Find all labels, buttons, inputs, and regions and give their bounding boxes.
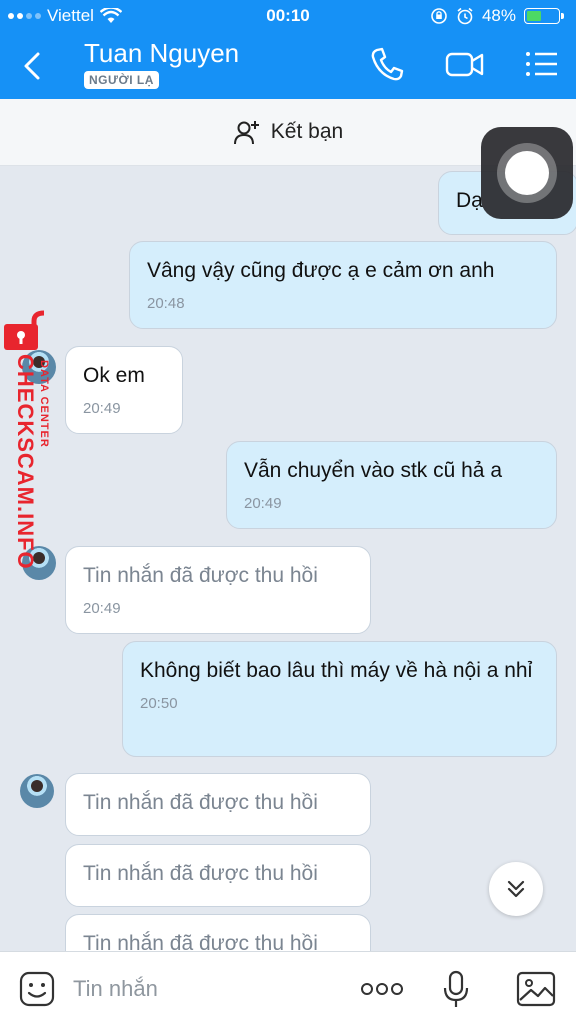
watermark-sub-text: DATA CENTER xyxy=(38,360,50,448)
add-friend-icon xyxy=(233,121,259,145)
back-icon[interactable] xyxy=(18,48,48,84)
battery-icon xyxy=(524,8,564,24)
message-text: Tin nhắn đã được thu hồi xyxy=(83,791,318,814)
message-time: 20:49 xyxy=(244,495,282,512)
menu-icon[interactable] xyxy=(524,46,560,82)
message-bubble-outgoing[interactable]: Không biết bao lâu thì máy về hà nội a n… xyxy=(122,641,557,757)
video-call-icon[interactable] xyxy=(445,46,485,82)
battery-percent: 48% xyxy=(481,6,516,25)
message-composer: Tin nhắn xyxy=(0,951,576,1024)
recalled-message-bubble[interactable]: Tin nhắn đã được thu hồi xyxy=(65,844,371,907)
image-icon[interactable] xyxy=(516,970,556,1008)
rotation-lock-icon xyxy=(431,8,447,24)
scroll-to-bottom-button[interactable] xyxy=(489,862,543,916)
message-bubble-outgoing[interactable]: Vẫn chuyển vào stk cũ hả a 20:49 xyxy=(226,441,557,529)
contact-avatar[interactable] xyxy=(20,774,54,808)
status-right: 48% xyxy=(430,6,564,26)
recalled-message-bubble[interactable]: Tin nhắn đã được thu hồi xyxy=(65,773,371,836)
microphone-icon[interactable] xyxy=(442,970,470,1010)
message-bubble-outgoing[interactable]: Vâng vậy cũng được ạ e cảm ơn anh 20:48 xyxy=(129,241,557,329)
message-text: Không biết bao lâu thì máy về hà nội a n… xyxy=(140,659,533,682)
stranger-badge: NGƯỜI LẠ xyxy=(84,71,159,89)
message-text: Vâng vậy cũng được ạ e cảm ơn anh xyxy=(147,259,495,282)
double-chevron-down-icon xyxy=(507,880,525,898)
message-time: 20:49 xyxy=(83,400,121,417)
add-friend-label: Kết bạn xyxy=(270,120,344,143)
watermark: CHECKSCAM.INFO DATA CENTER xyxy=(4,310,64,590)
message-text: Vẫn chuyển vào stk cũ hả a xyxy=(244,459,502,482)
assistive-touch-dot xyxy=(505,151,549,195)
assistive-touch-button[interactable] xyxy=(481,127,573,219)
message-bubble-incoming[interactable]: Ok em 20:49 xyxy=(65,346,183,434)
sticker-icon[interactable] xyxy=(18,970,56,1008)
message-text: Tin nhắn đã được thu hồi xyxy=(83,564,318,587)
message-time: 20:48 xyxy=(147,295,185,312)
message-time: 20:49 xyxy=(83,600,121,617)
more-options-icon[interactable] xyxy=(360,982,404,996)
chat-header: Viettel 00:10 48% Tuan Nguyen NGƯỜI LẠ xyxy=(0,0,576,99)
alarm-icon xyxy=(457,7,473,25)
contact-name[interactable]: Tuan Nguyen xyxy=(84,38,239,69)
message-text: Ok em xyxy=(83,364,145,387)
message-text: Tin nhắn đã được thu hồi xyxy=(83,862,318,885)
watermark-main-text: CHECKSCAM.INFO xyxy=(13,354,38,570)
recalled-message-bubble[interactable]: Tin nhắn đã được thu hồi 20:49 xyxy=(65,546,371,634)
message-input[interactable]: Tin nhắn xyxy=(73,976,158,1002)
status-bar: Viettel 00:10 48% xyxy=(0,0,576,32)
message-time: 20:50 xyxy=(140,695,178,712)
lock-icon xyxy=(4,310,44,350)
phone-icon[interactable] xyxy=(370,46,404,82)
